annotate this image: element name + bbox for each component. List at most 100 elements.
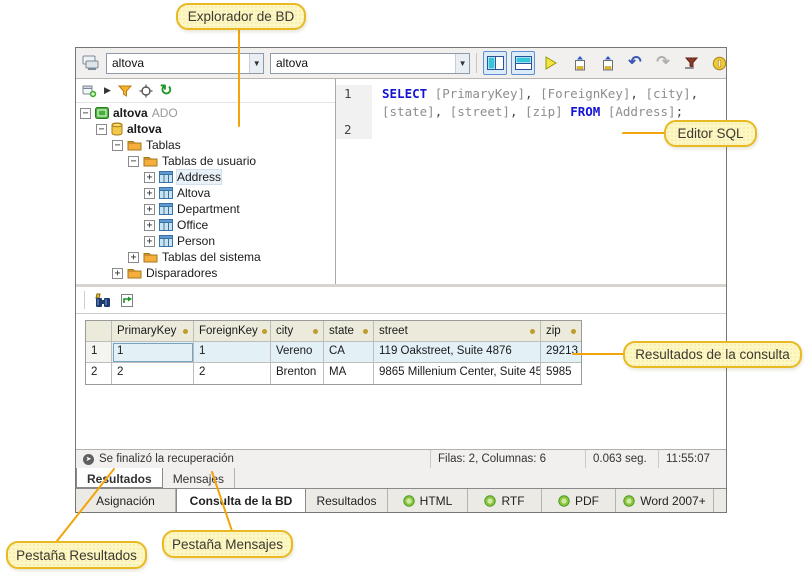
status-duration: 0.063 seg.: [586, 450, 659, 468]
collapse-icon[interactable]: −: [80, 107, 91, 119]
database-icon: [111, 122, 123, 136]
tab-rtf-preview[interactable]: RTF: [468, 489, 542, 512]
sql-code-line[interactable]: SELECT [PrimaryKey], [ForeignKey], [city…: [372, 85, 698, 103]
sql-code-line[interactable]: [372, 121, 382, 139]
connection-combobox[interactable]: ▼: [106, 52, 264, 74]
ado-connection-icon: [95, 107, 109, 119]
tab-mensajes[interactable]: Mensajes: [163, 468, 236, 488]
explorer-toolbar: ▶ ↻: [76, 79, 335, 103]
row-number[interactable]: 2: [86, 363, 112, 384]
redo-icon[interactable]: ↷: [651, 51, 675, 75]
status-bar: ➤ Se finalizó la recuperación Filas: 2, …: [76, 449, 726, 468]
execute-query-icon[interactable]: [539, 51, 563, 75]
screenshot-stage: ▼ ▼ ↶ ↷: [0, 0, 806, 573]
database-combobox[interactable]: ▼: [270, 52, 470, 74]
table-cell[interactable]: 5985: [541, 363, 581, 384]
filter-icon[interactable]: [117, 85, 132, 97]
expand-icon[interactable]: +: [144, 187, 155, 199]
table-cell[interactable]: CA: [324, 342, 374, 363]
tree-item-user-tables[interactable]: − Tablas de usuario: [76, 153, 335, 169]
table-cell[interactable]: 2: [112, 363, 194, 384]
tree-item-database[interactable]: − altova: [76, 121, 335, 137]
output-preview-icon: [402, 494, 415, 507]
table-cell[interactable]: 1: [194, 342, 271, 363]
table-cell[interactable]: Vereno: [271, 342, 324, 363]
table-cell[interactable]: 9865 Millenium Center, Suite 456: [374, 363, 541, 384]
layout-options-icon[interactable]: [82, 84, 97, 98]
table-icon: [159, 219, 173, 231]
connection-combobox-value[interactable]: [107, 53, 250, 73]
tree-item-triggers[interactable]: + Disparadores: [76, 265, 335, 281]
table-cell[interactable]: 1: [112, 342, 194, 363]
tree-item-table-department[interactable]: + Department: [76, 201, 335, 217]
tab-resultados[interactable]: Resultados: [76, 468, 163, 488]
tree-item-label: Tablas de usuario: [162, 154, 257, 168]
locate-object-icon[interactable]: [139, 84, 153, 98]
status-rows-columns: Filas: 2, Columnas: 6: [431, 450, 586, 468]
tree-item-table-office[interactable]: + Office: [76, 217, 335, 233]
column-header[interactable]: state: [324, 321, 374, 342]
column-header[interactable]: city: [271, 321, 324, 342]
expand-icon[interactable]: +: [112, 267, 123, 279]
export-icon[interactable]: [120, 293, 135, 308]
tab-html-preview[interactable]: HTML: [388, 489, 468, 512]
tree-item-label: Altova: [177, 186, 211, 200]
view-tab-bar: Asignación Consulta de la BD Resultados …: [76, 488, 726, 512]
refresh-icon[interactable]: ↻: [160, 83, 173, 98]
status-complete-icon: ➤: [83, 453, 94, 465]
column-header[interactable]: street: [374, 321, 541, 342]
table-cell[interactable]: 2: [194, 363, 271, 384]
table-row: 2 2 2 Brenton MA 9865 Millenium Center, …: [86, 363, 581, 384]
tree-item-label: Department: [177, 202, 240, 216]
folder-icon: [143, 251, 158, 263]
status-time: 11:55:07: [666, 453, 710, 465]
callout-results-tab: Pestaña Resultados: [6, 541, 147, 569]
table-cell[interactable]: 119 Oakstreet, Suite 4876: [374, 342, 541, 363]
dropdown-arrow-icon[interactable]: ▶: [104, 86, 111, 95]
stop-retrieval-icon[interactable]: [707, 51, 731, 75]
undo-icon[interactable]: ↶: [623, 51, 647, 75]
line-number: [336, 103, 372, 121]
column-header[interactable]: ForeignKey: [194, 321, 271, 342]
layout-horizontal-split-button[interactable]: [511, 51, 535, 75]
commit-icon[interactable]: [595, 51, 619, 75]
expand-icon[interactable]: +: [144, 171, 155, 183]
callout-db-explorer: Explorador de BD: [176, 3, 306, 30]
tab-word-preview[interactable]: Word 2007+: [616, 489, 714, 512]
tree-item-table-address[interactable]: + Address: [76, 169, 335, 185]
collapse-icon[interactable]: −: [112, 139, 123, 151]
expand-icon[interactable]: +: [144, 203, 155, 215]
line-number: 1: [336, 85, 372, 103]
tree-item-tables[interactable]: − Tablas: [76, 137, 335, 153]
column-header[interactable]: zip: [541, 321, 581, 342]
row-number[interactable]: 1: [86, 342, 112, 363]
tab-resultados-view[interactable]: Resultados: [306, 489, 388, 512]
tab-consulta-de-la-bd[interactable]: Consulta de la BD: [176, 489, 306, 512]
collapse-icon[interactable]: −: [128, 155, 139, 167]
expand-icon[interactable]: +: [144, 235, 155, 247]
sql-editor[interactable]: 1 SELECT [PrimaryKey], [ForeignKey], [ci…: [336, 79, 726, 284]
table-cell[interactable]: MA: [324, 363, 374, 384]
layout-vertical-split-button[interactable]: [483, 51, 507, 75]
sql-code-line[interactable]: [state], [street], [zip] FROM [Address];: [372, 103, 683, 121]
tab-pdf-preview[interactable]: PDF: [542, 489, 616, 512]
output-preview-icon: [623, 494, 635, 507]
query-options-icon[interactable]: [679, 51, 703, 75]
table-cell[interactable]: 29213: [541, 342, 581, 363]
database-combobox-value[interactable]: [271, 53, 456, 73]
chevron-down-icon[interactable]: ▼: [455, 53, 469, 73]
tree-item-table-altova[interactable]: + Altova: [76, 185, 335, 201]
find-icon[interactable]: [95, 293, 112, 308]
expand-icon[interactable]: +: [144, 219, 155, 231]
tree-item-table-person[interactable]: + Person: [76, 233, 335, 249]
table-cell[interactable]: Brenton: [271, 363, 324, 384]
execute-for-editing-icon[interactable]: [567, 51, 591, 75]
tree-item-connection[interactable]: − altova ADO: [76, 105, 335, 121]
tree-item-system-tables[interactable]: + Tablas del sistema: [76, 249, 335, 265]
column-key-icon: [363, 328, 368, 334]
expand-icon[interactable]: +: [128, 251, 139, 263]
tab-asignacion[interactable]: Asignación: [76, 489, 176, 512]
column-header[interactable]: PrimaryKey: [112, 321, 194, 342]
collapse-icon[interactable]: −: [96, 123, 107, 135]
chevron-down-icon[interactable]: ▼: [249, 53, 263, 73]
